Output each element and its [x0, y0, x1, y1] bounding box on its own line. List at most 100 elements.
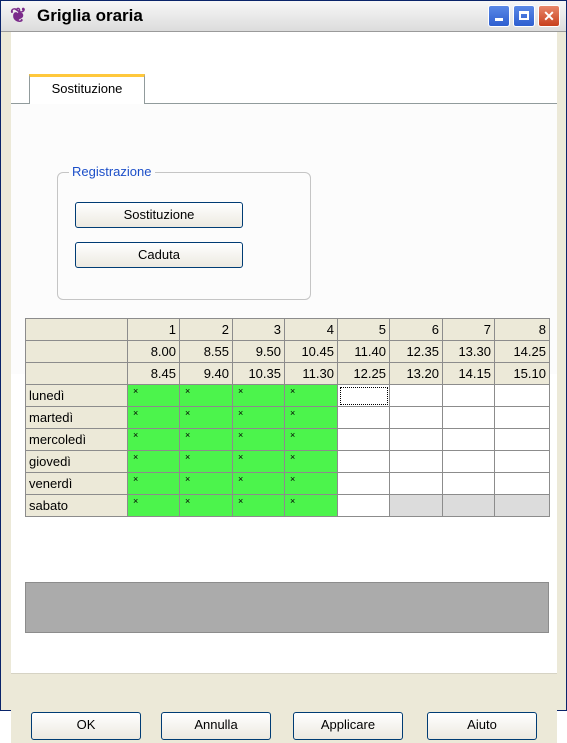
slot-cell-empty[interactable] [442, 494, 495, 517]
end-time-cell: 10.35 [232, 362, 285, 385]
dialog-footer: OK Annulla Applicare Aiuto [11, 673, 557, 743]
slot-cell-empty[interactable] [389, 494, 443, 517]
day-label: mercoledì [25, 428, 128, 451]
group-legend: Registrazione [69, 164, 155, 179]
minimize-button[interactable] [488, 5, 510, 27]
slot-cell-empty[interactable] [442, 384, 495, 407]
period-header-cell: 7 [442, 318, 495, 341]
slot-cell-empty[interactable] [494, 406, 550, 429]
slot-cell-assigned[interactable]: × [232, 450, 285, 473]
registrazione-group [57, 172, 311, 300]
slot-cell-assigned[interactable]: × [127, 384, 180, 407]
slot-cell-empty[interactable] [389, 406, 443, 429]
sostituzione-button[interactable]: Sostituzione [75, 202, 243, 228]
slot-cell-assigned[interactable]: × [179, 406, 233, 429]
grid-corner-cell [25, 318, 128, 341]
slot-cell-assigned[interactable]: × [127, 494, 180, 517]
day-label: lunedì [25, 384, 128, 407]
start-time-cell: 13.30 [442, 340, 495, 363]
slot-cell-empty[interactable] [494, 384, 550, 407]
slot-cell-assigned[interactable]: × [127, 428, 180, 451]
end-time-cell: 13.20 [389, 362, 443, 385]
grid-empty-area [25, 582, 549, 633]
slot-cell-empty[interactable] [389, 428, 443, 451]
slot-cell-assigned[interactable]: × [127, 472, 180, 495]
caduta-button[interactable]: Caduta [75, 242, 243, 268]
end-time-cell: 9.40 [179, 362, 233, 385]
close-button[interactable]: ✕ [538, 5, 560, 27]
slot-cell-empty[interactable] [442, 472, 495, 495]
day-label: sabato [25, 494, 128, 517]
day-row: martedì × × × × [25, 406, 550, 429]
slot-cell-assigned[interactable]: × [284, 450, 338, 473]
ok-button-label: OK [76, 717, 96, 732]
grid-corner-cell [25, 340, 128, 363]
app-icon: ❦ [10, 5, 27, 27]
start-time-cell: 11.40 [337, 340, 390, 363]
cancel-button[interactable]: Annulla [161, 712, 271, 740]
slot-cell-empty[interactable] [337, 450, 390, 473]
start-time-cell: 9.50 [232, 340, 285, 363]
day-row: lunedì × × × × [25, 384, 550, 407]
slot-cell-empty[interactable] [389, 450, 443, 473]
period-header-cell: 6 [389, 318, 443, 341]
slot-cell-empty[interactable] [337, 428, 390, 451]
slot-cell-empty[interactable] [494, 472, 550, 495]
slot-cell-assigned[interactable]: × [284, 428, 338, 451]
slot-cell-empty[interactable] [337, 472, 390, 495]
day-row: giovedì × × × × [25, 450, 550, 473]
header-row-start-time: 8.00 8.55 9.50 10.45 11.40 12.35 13.30 14.25 [25, 340, 550, 363]
slot-cell-empty[interactable] [389, 384, 443, 407]
slot-cell-empty[interactable] [442, 450, 495, 473]
slot-cell-assigned[interactable]: × [179, 450, 233, 473]
dialog-window: ❦ Griglia oraria ✕ Sostituzione Registra… [0, 0, 567, 743]
start-time-cell: 12.35 [389, 340, 443, 363]
slot-cell-assigned[interactable]: × [127, 406, 180, 429]
slot-cell-assigned[interactable]: × [232, 428, 285, 451]
slot-cell-empty[interactable] [442, 428, 495, 451]
title-bar[interactable]: ❦ Griglia oraria ✕ [1, 1, 566, 32]
end-time-cell: 12.25 [337, 362, 390, 385]
start-time-cell: 14.25 [494, 340, 550, 363]
slot-cell-empty[interactable] [389, 472, 443, 495]
slot-cell-assigned[interactable]: × [179, 428, 233, 451]
window-title: Griglia oraria [37, 6, 143, 25]
slot-cell-assigned[interactable]: × [284, 494, 338, 517]
slot-cell-assigned[interactable]: × [179, 384, 233, 407]
slot-cell-empty[interactable] [442, 406, 495, 429]
maximize-button[interactable] [513, 5, 535, 27]
header-row-period-header: 12345678 [25, 318, 550, 341]
slot-cell-assigned[interactable]: × [232, 406, 285, 429]
close-icon: ✕ [543, 8, 555, 24]
slot-cell-assigned[interactable]: × [232, 384, 285, 407]
period-header-cell: 8 [494, 318, 550, 341]
slot-cell-empty[interactable] [494, 428, 550, 451]
slot-cell-empty[interactable] [337, 494, 390, 517]
slot-cell-assigned[interactable]: × [232, 494, 285, 517]
slot-cell-empty[interactable] [337, 384, 390, 407]
help-button[interactable]: Aiuto [427, 712, 537, 740]
slot-cell-assigned[interactable]: × [284, 384, 338, 407]
apply-button[interactable]: Applicare [293, 712, 403, 740]
slot-cell-assigned[interactable]: × [179, 472, 233, 495]
period-header-cell: 5 [337, 318, 390, 341]
period-header-cell: 1 [127, 318, 180, 341]
cancel-button-label: Annulla [194, 717, 238, 732]
ok-button[interactable]: OK [31, 712, 141, 740]
slot-cell-empty[interactable] [337, 406, 390, 429]
slot-cell-empty[interactable] [494, 494, 550, 517]
start-time-cell: 8.55 [179, 340, 233, 363]
period-header-cell: 4 [284, 318, 338, 341]
slot-cell-assigned[interactable]: × [179, 494, 233, 517]
footer-separator [11, 673, 557, 674]
slot-cell-empty[interactable] [494, 450, 550, 473]
timetable-grid[interactable]: 1 2 3 4 5 6 7 8 8.00 8.55 9.50 10.45 11.40 12.35 13.30… [25, 318, 550, 517]
tab-sostituzione[interactable]: Sostituzione [29, 74, 145, 104]
slot-cell-assigned[interactable]: × [232, 472, 285, 495]
slot-cell-assigned[interactable]: × [284, 406, 338, 429]
grid-corner-cell [25, 362, 128, 385]
sostituzione-button-label: Sostituzione [123, 207, 195, 222]
slot-cell-assigned[interactable]: × [127, 450, 180, 473]
slot-cell-assigned[interactable]: × [284, 472, 338, 495]
start-time-cell: 10.45 [284, 340, 338, 363]
